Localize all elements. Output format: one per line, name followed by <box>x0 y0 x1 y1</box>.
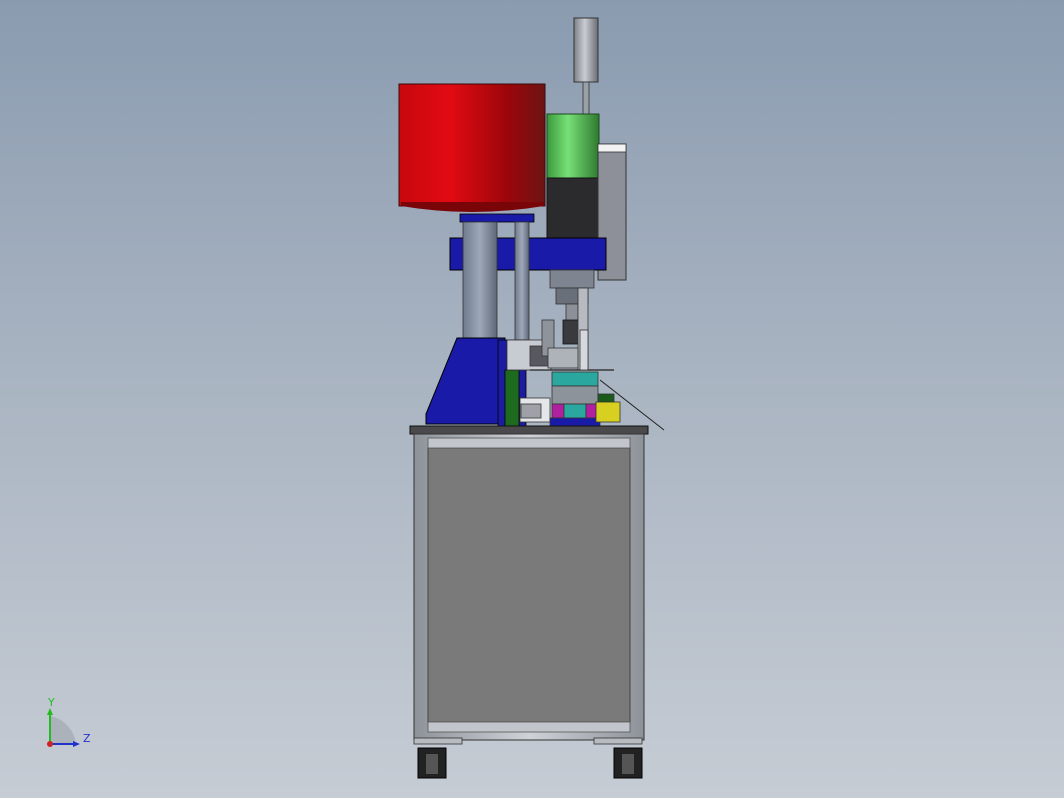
axis-label-y: Y <box>48 696 55 709</box>
axis-label-z: Z <box>83 732 91 745</box>
top-cylinder[interactable] <box>573 17 599 115</box>
machine-model[interactable] <box>0 0 1064 798</box>
red-hopper[interactable] <box>398 83 546 223</box>
green-plate[interactable] <box>504 369 520 427</box>
tabletop[interactable] <box>409 425 649 435</box>
tooling-area[interactable] <box>506 319 665 431</box>
pillars[interactable] <box>462 221 530 341</box>
caster-wheels[interactable] <box>413 737 643 779</box>
cabinet[interactable] <box>413 433 645 741</box>
cad-viewport[interactable]: Y Z <box>0 0 1064 798</box>
orientation-triad: Y Z <box>38 696 108 758</box>
